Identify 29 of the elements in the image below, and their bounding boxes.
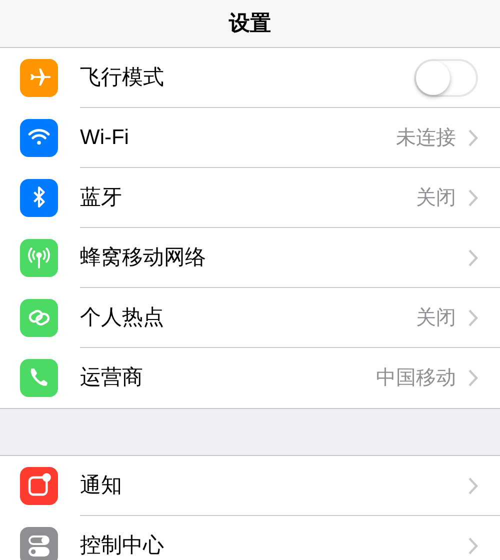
chevron-icon xyxy=(468,369,478,387)
antenna-icon xyxy=(28,248,50,268)
row-label: 蜂窝移动网络 xyxy=(80,244,207,271)
notification-icon xyxy=(28,473,51,496)
chain-link-icon xyxy=(27,308,52,328)
row-label: 飞行模式 xyxy=(80,64,165,91)
switches-icon xyxy=(28,536,50,556)
wifi-icon xyxy=(28,129,50,145)
chevron-icon xyxy=(468,128,478,146)
row-value: 中国移动 xyxy=(376,366,456,391)
row-label: Wi-Fi xyxy=(80,124,130,151)
chevron-icon xyxy=(468,248,478,266)
chevron-icon xyxy=(468,308,478,326)
row-label: 通知 xyxy=(80,472,123,499)
bluetooth-icon xyxy=(34,186,45,208)
row-value: 关闭 xyxy=(416,306,456,330)
toggle-switch[interactable] xyxy=(414,58,478,96)
row-label: 运营商 xyxy=(80,365,144,392)
chevron-icon xyxy=(468,537,478,555)
row-label: 控制中心 xyxy=(80,533,165,560)
row-label: 个人热点 xyxy=(80,304,165,331)
page-title: 设置 xyxy=(229,10,271,37)
row-value: 关闭 xyxy=(416,186,456,210)
chevron-icon xyxy=(468,188,478,206)
row-label: 蓝牙 xyxy=(80,184,123,211)
airplane-icon xyxy=(30,68,50,86)
chevron-icon xyxy=(468,476,478,494)
phone-icon xyxy=(30,368,48,386)
row-value: 未连接 xyxy=(396,126,456,150)
